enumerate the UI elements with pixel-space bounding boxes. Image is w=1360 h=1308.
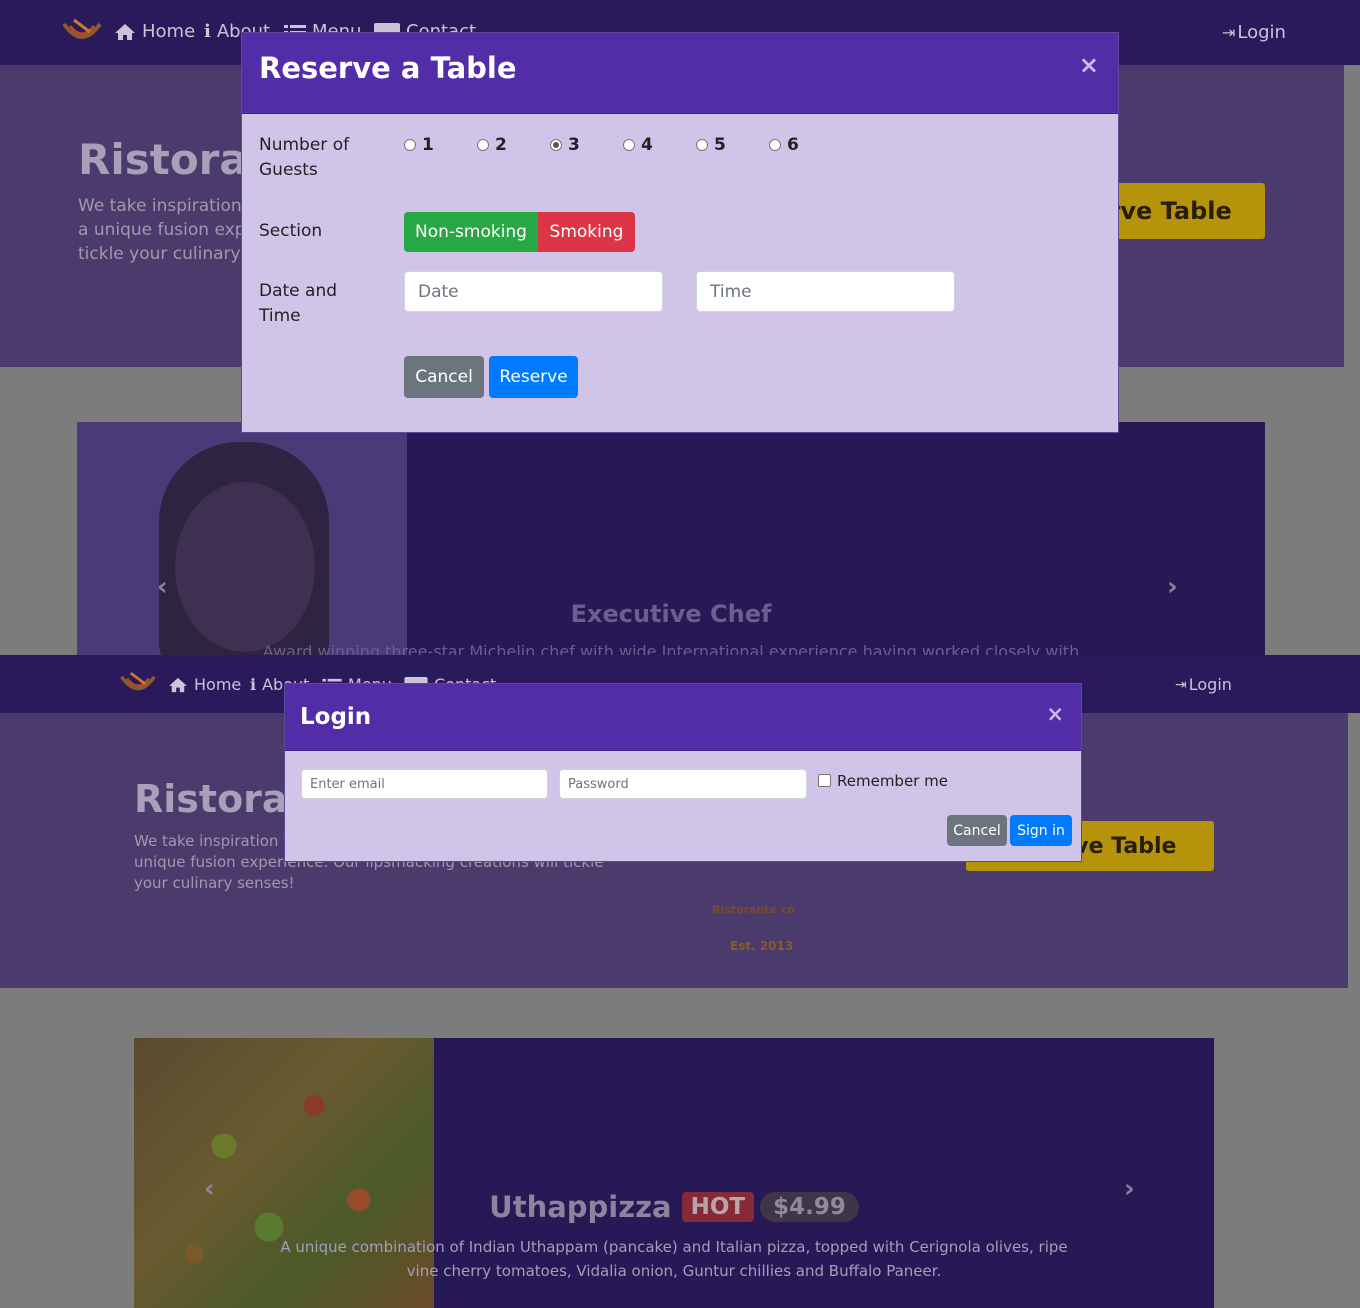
email-input[interactable]: Enter email xyxy=(301,769,548,799)
sign-in-button[interactable]: Sign in xyxy=(1010,815,1072,846)
datetime-label: Date and Time xyxy=(259,281,338,326)
close-icon[interactable]: × xyxy=(1079,51,1099,79)
hot-badge: HOT xyxy=(681,1192,755,1222)
guests-option-3[interactable]: 3 xyxy=(550,135,580,155)
dish-caption: Uthappizza HOT $4.99 xyxy=(134,1190,1214,1224)
modal-header: Reserve a Table × xyxy=(242,33,1118,114)
smoking-button[interactable]: Smoking xyxy=(538,212,635,252)
time-input[interactable]: Time xyxy=(696,271,955,312)
close-icon[interactable]: × xyxy=(1046,702,1064,726)
logo-seal-year: Est. 2013 xyxy=(730,939,794,953)
sign-in-icon: ⇥ xyxy=(1175,676,1187,693)
guests-option-6[interactable]: 6 xyxy=(769,135,799,155)
guests-option-label: 1 xyxy=(422,135,434,155)
guests-option-label: 3 xyxy=(568,135,580,155)
password-input[interactable]: Password xyxy=(559,769,807,799)
guests-option-4[interactable]: 4 xyxy=(623,135,653,155)
dish-name: Uthappizza xyxy=(489,1190,672,1224)
guests-option-label: 6 xyxy=(787,135,799,155)
carousel-heading: Executive Chef xyxy=(570,600,772,628)
date-input[interactable]: Date xyxy=(404,271,663,312)
guests-option-5[interactable]: 5 xyxy=(696,135,726,155)
home-icon xyxy=(169,677,187,692)
dish-description-line1: A unique combination of Indian Uthappam … xyxy=(280,1238,1068,1256)
home-icon xyxy=(115,23,135,40)
restaurant-logo[interactable] xyxy=(118,667,158,701)
section-label: Section xyxy=(259,221,323,241)
radio-button[interactable] xyxy=(477,139,489,151)
cancel-button[interactable]: Cancel xyxy=(404,356,484,398)
sign-in-icon: ⇥ xyxy=(1222,23,1236,42)
carousel: ‹ › Executive Chef Award winning three-s… xyxy=(77,422,1265,655)
guests-option-label: 5 xyxy=(714,135,726,155)
guests-option-label: 4 xyxy=(641,135,653,155)
remember-me-label: Remember me xyxy=(837,772,948,790)
modal-header: Login × xyxy=(285,684,1081,751)
radio-button[interactable] xyxy=(404,139,416,151)
login-modal: Login × Enter email Password Remember me… xyxy=(284,683,1082,862)
reserve-table-modal: Reserve a Table × Number of Guests 1 2 3 4 5… xyxy=(241,32,1119,433)
nav-home[interactable]: Home xyxy=(114,21,195,42)
carousel-prev-icon[interactable]: ‹ xyxy=(157,572,168,602)
info-icon: i xyxy=(250,675,257,694)
nav-home[interactable]: Home xyxy=(168,675,241,694)
radio-button[interactable] xyxy=(696,139,708,151)
info-icon: i xyxy=(204,21,211,42)
dish-description-line2: vine cherry tomatoes, Vidalia onion, Gun… xyxy=(406,1262,942,1280)
guests-label: Number of Guests xyxy=(259,135,350,180)
carousel-next-icon[interactable]: › xyxy=(1167,572,1178,602)
modal-title: Reserve a Table xyxy=(259,51,517,85)
guests-option-1[interactable]: 1 xyxy=(404,135,434,155)
price-badge: $4.99 xyxy=(760,1192,859,1222)
restaurant-logo[interactable] xyxy=(60,14,104,50)
carousel: ‹ › Uthappizza HOT $4.99 A unique combin… xyxy=(134,1038,1214,1308)
nav-login[interactable]: ⇥ Login xyxy=(1222,22,1286,43)
remember-me-checkbox[interactable] xyxy=(818,774,831,787)
login-screen: Home i About Menu Contact ⇥ Login Ristor… xyxy=(0,655,1360,1308)
guests-option-label: 2 xyxy=(495,135,507,155)
modal-title: Login xyxy=(300,704,372,730)
nav-login[interactable]: ⇥ Login xyxy=(1175,675,1232,694)
non-smoking-button[interactable]: Non-smoking xyxy=(404,212,538,252)
carousel-text: Award winning three-star Michelin chef w… xyxy=(262,642,1080,655)
cancel-button[interactable]: Cancel xyxy=(947,815,1007,846)
radio-button[interactable] xyxy=(550,139,562,151)
guests-option-2[interactable]: 2 xyxy=(477,135,507,155)
radio-button[interactable] xyxy=(769,139,781,151)
reserve-screen: Home i About Menu Contact ⇥ Login Ristor… xyxy=(0,0,1360,655)
logo-seal-text: Ristorante con Fu xyxy=(712,903,794,916)
radio-button[interactable] xyxy=(623,139,635,151)
reserve-button[interactable]: Reserve xyxy=(489,356,578,398)
